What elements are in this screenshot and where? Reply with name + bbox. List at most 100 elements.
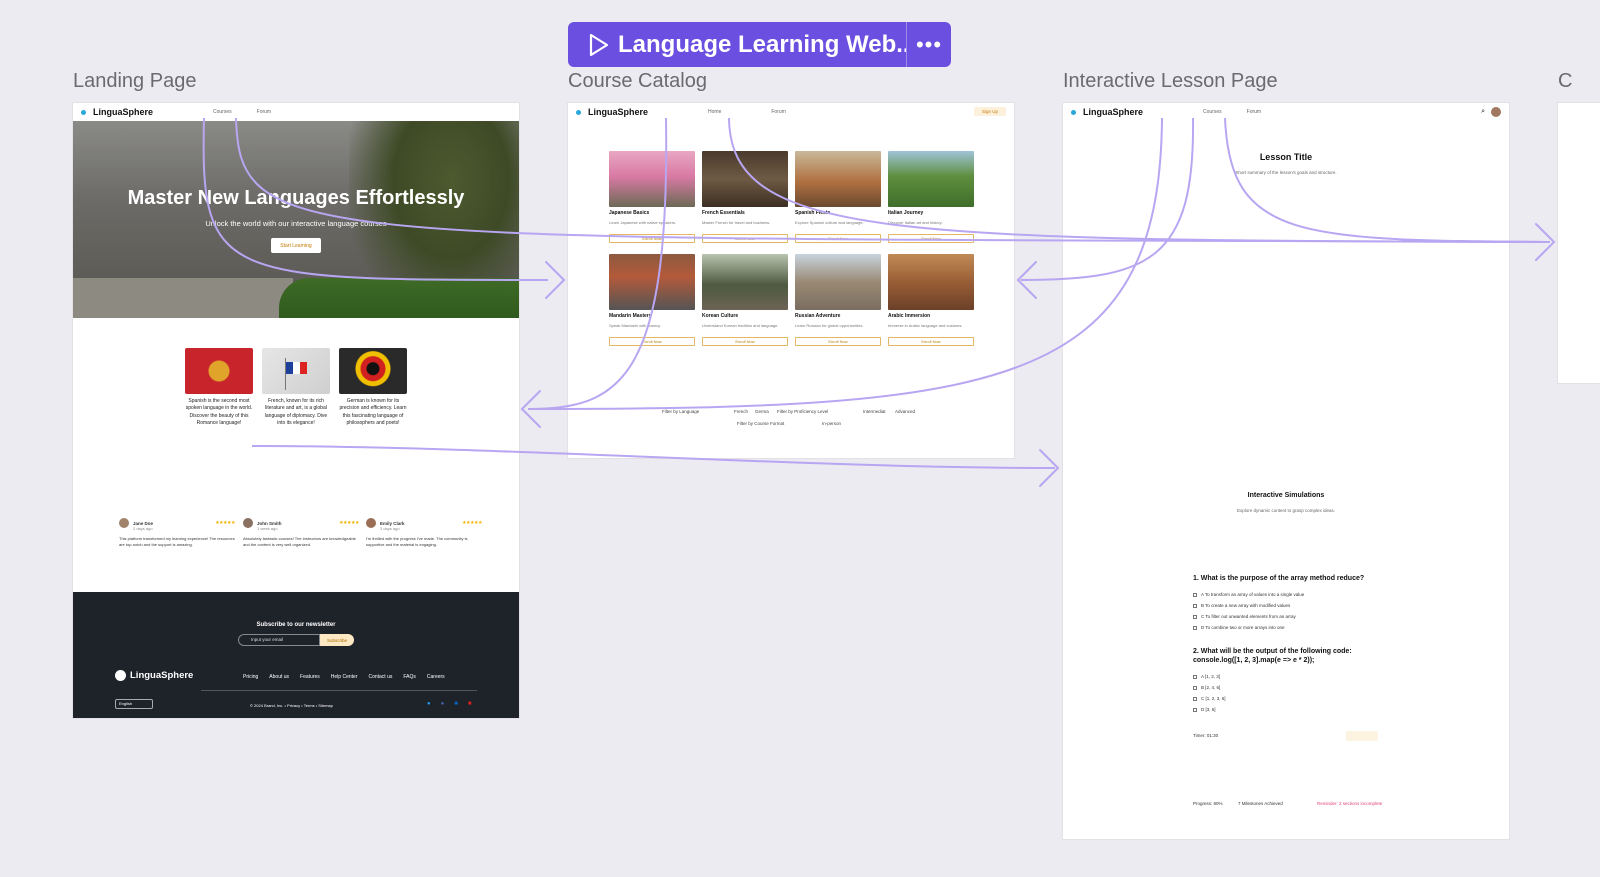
frame-label-landing[interactable]: Landing Page — [73, 70, 196, 93]
arrow-head — [545, 261, 566, 299]
filter-german[interactable]: Germa — [755, 409, 769, 414]
language-card-spanish[interactable]: Spanish is the second most spoken langua… — [185, 348, 253, 427]
q2-option-a[interactable]: A [1, 2, 3] — [1193, 674, 1352, 679]
frame-label-next[interactable]: C — [1558, 70, 1572, 93]
search-icon[interactable]: ⌕ — [1481, 108, 1485, 116]
nav-courses[interactable]: Courses — [1203, 109, 1222, 115]
course-card[interactable]: Russian Adventure Learn Russian for glob… — [795, 254, 881, 346]
course-card[interactable]: Korean Culture Understand Korean traditi… — [702, 254, 788, 346]
filter-in-person[interactable]: In-person — [822, 421, 841, 426]
email-input[interactable]: Input your email — [238, 634, 320, 646]
language-select[interactable]: English — [115, 699, 153, 709]
course-title: French Essentials — [702, 210, 745, 216]
frame-label-lesson[interactable]: Interactive Lesson Page — [1063, 70, 1278, 93]
youtube-icon[interactable]: ■ — [468, 701, 472, 707]
checkbox[interactable] — [1193, 625, 1197, 630]
avatar[interactable] — [1491, 107, 1501, 117]
q2-option-b[interactable]: B [2, 4, 6] — [1193, 685, 1352, 690]
nav-forum[interactable]: Forum — [771, 109, 785, 115]
enroll-button[interactable]: Enroll Now — [702, 337, 788, 346]
checkbox[interactable] — [1193, 603, 1197, 608]
course-desc: Learn Russian for global opportunities. — [795, 323, 864, 328]
course-card[interactable]: Italian Journey Discover Italian art and… — [888, 151, 974, 243]
nav-forum[interactable]: Forum — [1247, 109, 1261, 115]
footer-link-about[interactable]: About us — [269, 674, 289, 680]
newsletter-title: Subscribe to our newsletter — [256, 622, 336, 628]
next-frame-partial[interactable] — [1558, 103, 1600, 383]
checkbox[interactable] — [1193, 685, 1197, 690]
filter-intermediate[interactable]: Intermediat — [863, 409, 886, 414]
catalog-nav: LinguaSphere Home Forum Sign Up — [568, 103, 1014, 121]
star-rating-icon: ★★★★★ — [215, 520, 235, 526]
enroll-button[interactable]: Enroll Now — [609, 234, 695, 243]
filter-advanced[interactable]: Advanced — [895, 409, 915, 414]
footer-link-features[interactable]: Features — [300, 674, 320, 680]
checkbox[interactable] — [1193, 614, 1197, 619]
frame-label-catalog[interactable]: Course Catalog — [568, 70, 707, 93]
course-card[interactable]: Spanish Fiesta Explore Spanish culture a… — [795, 151, 881, 243]
enroll-button[interactable]: Enroll Now — [888, 337, 974, 346]
language-text: French, known for its rich literature an… — [264, 398, 328, 426]
play-icon[interactable] — [580, 22, 618, 67]
subscribe-button[interactable]: Subscribe — [320, 634, 354, 646]
facebook-icon[interactable]: ● — [441, 701, 445, 707]
linkedin-icon[interactable]: ■ — [454, 701, 458, 707]
q2-option-d[interactable]: D [3, 6] — [1193, 707, 1352, 712]
catalog-frame[interactable]: LinguaSphere Home Forum Sign Up Japanese… — [568, 103, 1014, 458]
q1-option-a[interactable]: A To transform an array of values into a… — [1193, 592, 1364, 597]
brand[interactable]: LinguaSphere — [93, 107, 153, 117]
course-card[interactable]: Mandarin Mastery Speak Mandarin with flu… — [609, 254, 695, 346]
footer-link-faqs[interactable]: FAQs — [403, 674, 416, 680]
course-desc: Learn Japanese with native speakers. — [609, 220, 677, 225]
landing-frame[interactable]: LinguaSphere Courses Forum Master New La… — [73, 103, 519, 718]
submit-button[interactable] — [1346, 731, 1378, 741]
nav-forum[interactable]: Forum — [257, 109, 271, 115]
review-time: 2 days ago — [133, 526, 153, 531]
enroll-button[interactable]: Enroll Now — [795, 337, 881, 346]
arrow-head — [1535, 223, 1556, 261]
q1-option-b[interactable]: B To create a new array with modified va… — [1193, 603, 1364, 608]
course-image — [888, 254, 974, 310]
option-label: D To combine two or more arrays into one — [1201, 625, 1285, 630]
footer-link-pricing[interactable]: Pricing — [243, 674, 258, 680]
footer-link-help[interactable]: Help Center — [331, 674, 358, 680]
enroll-button[interactable]: Enroll Now — [702, 234, 788, 243]
enroll-button[interactable]: Enroll Now — [795, 234, 881, 243]
start-learning-button[interactable]: Start Learning — [271, 238, 321, 253]
brand[interactable]: LinguaSphere — [1083, 107, 1143, 117]
checkbox[interactable] — [1193, 707, 1197, 712]
course-desc: Explore Spanish culture and language. — [795, 220, 864, 225]
filter-level-label: Filter by Proficiency Level — [777, 409, 829, 414]
footer-link-contact[interactable]: Contact us — [368, 674, 392, 680]
language-card-german[interactable]: German is known for its precision and ef… — [339, 348, 407, 427]
enroll-button[interactable]: Enroll Now — [888, 234, 974, 243]
course-desc: Immerse in Arabic language and customs. — [888, 323, 963, 328]
brand[interactable]: LinguaSphere — [588, 107, 648, 117]
q2-option-c[interactable]: C [1, 2, 3, 6] — [1193, 696, 1352, 701]
more-options-icon[interactable]: ••• — [906, 22, 951, 67]
filter-french[interactable]: French — [734, 409, 748, 414]
q1-option-c[interactable]: C To filter out unwanted elements from a… — [1193, 614, 1364, 619]
course-card[interactable]: Arabic Immersion Immerse in Arabic langu… — [888, 254, 974, 346]
twitter-icon[interactable]: ● — [427, 701, 431, 707]
course-card[interactable]: French Essentials Master French for trav… — [702, 151, 788, 243]
checkbox[interactable] — [1193, 674, 1197, 679]
course-card[interactable]: Japanese Basics Learn Japanese with nati… — [609, 151, 695, 243]
logo-icon — [576, 109, 581, 115]
q1-option-d[interactable]: D To combine two or more arrays into one — [1193, 625, 1364, 630]
checkbox[interactable] — [1193, 696, 1197, 701]
enroll-button[interactable]: Enroll Now — [609, 337, 695, 346]
footer-link-careers[interactable]: Careers — [427, 674, 445, 680]
lesson-frame[interactable]: LinguaSphere Courses Forum ⌕ Lesson Titl… — [1063, 103, 1509, 839]
nav-courses[interactable]: Courses — [213, 109, 232, 115]
logo-icon — [1071, 109, 1076, 115]
flow-pill[interactable]: Language Learning Web... ••• — [568, 22, 951, 67]
nav-home[interactable]: Home — [708, 109, 721, 115]
sign-up-button[interactable]: Sign Up — [973, 107, 1006, 116]
flow-title[interactable]: Language Learning Web... — [618, 31, 906, 59]
language-card-french[interactable]: French, known for its rich literature an… — [262, 348, 330, 427]
course-image — [702, 254, 788, 310]
checkbox[interactable] — [1193, 592, 1197, 597]
course-title: Korean Culture — [702, 313, 739, 319]
footer-logo[interactable]: LinguaSphere — [115, 670, 193, 681]
